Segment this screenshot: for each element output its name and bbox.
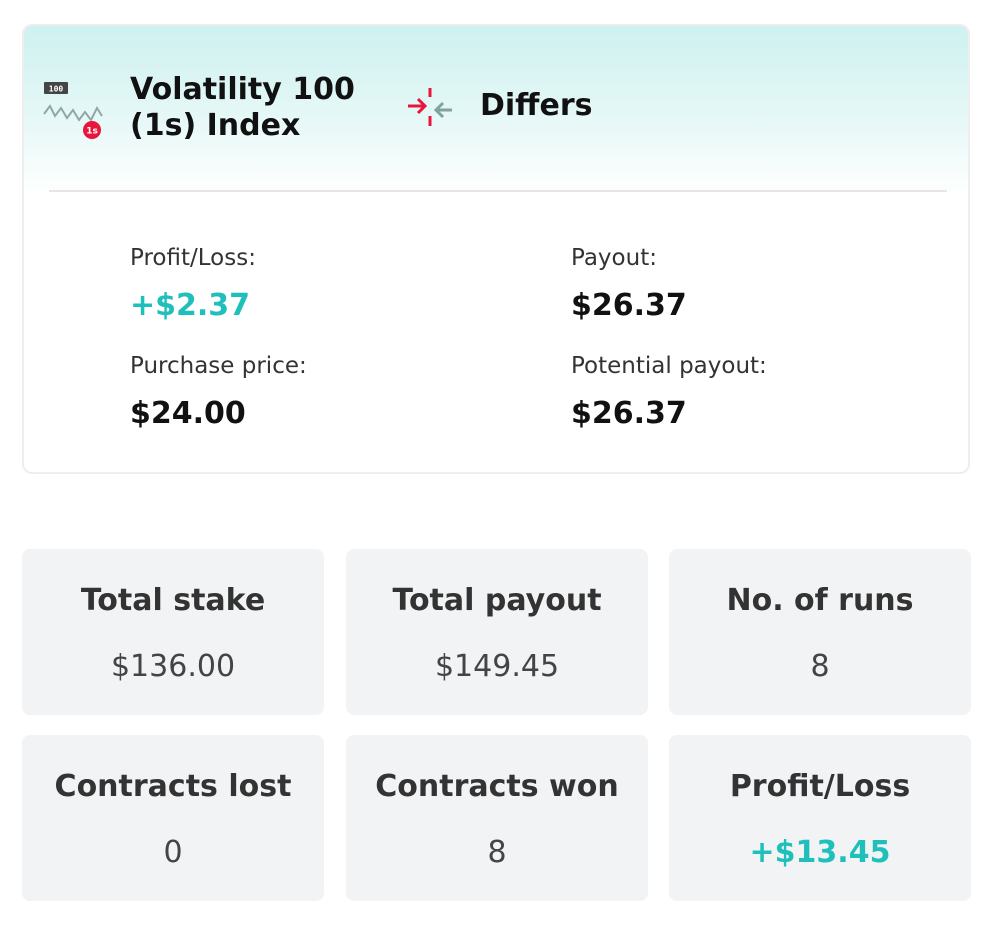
potential-payout-value: $26.37 <box>571 396 687 431</box>
svg-text:100: 100 <box>49 85 64 94</box>
stat-label: Contracts lost <box>54 769 292 804</box>
stat-value: 8 <box>810 649 830 684</box>
stat-total-stake: Total stake $136.00 <box>22 549 324 715</box>
payout-value: $26.37 <box>571 288 687 323</box>
contract-card-header: 100 1s Volatility 100 (1s) Index Differs <box>24 26 968 196</box>
potential-payout-label: Potential payout: <box>571 353 767 379</box>
profit-loss-label: Profit/Loss: <box>130 245 256 271</box>
stat-label: Total payout <box>392 583 602 618</box>
stat-label: Total stake <box>80 583 266 618</box>
trade-type: Differs <box>480 88 593 123</box>
stat-profit-loss: Profit/Loss +$13.45 <box>669 735 971 901</box>
stat-label: Contracts won <box>375 769 619 804</box>
volatility-index-icon: 100 1s <box>43 82 103 139</box>
stat-total-payout: Total payout $149.45 <box>346 549 648 715</box>
profit-loss-value: +$2.37 <box>130 288 251 323</box>
stat-value: $136.00 <box>110 649 236 684</box>
stat-contracts-won: Contracts won 8 <box>346 735 648 901</box>
svg-text:1s: 1s <box>86 127 98 137</box>
purchase-price-label: Purchase price: <box>130 353 307 379</box>
header-divider <box>49 190 947 192</box>
contract-card: 100 1s Volatility 100 (1s) Index Differs… <box>22 24 970 474</box>
differs-arrows-icon <box>408 88 452 126</box>
stat-label: Profit/Loss <box>729 769 911 804</box>
stat-value: $149.45 <box>434 649 560 684</box>
stat-contracts-lost: Contracts lost 0 <box>22 735 324 901</box>
stat-value: +$13.45 <box>749 835 891 870</box>
market-name: Volatility 100 (1s) Index <box>130 72 355 143</box>
stat-label: No. of runs <box>726 583 914 618</box>
stat-value: 8 <box>487 835 507 870</box>
purchase-price-value: $24.00 <box>130 396 246 431</box>
stat-no-of-runs: No. of runs 8 <box>669 549 971 715</box>
payout-label: Payout: <box>571 245 657 271</box>
stat-value: 0 <box>163 835 183 870</box>
